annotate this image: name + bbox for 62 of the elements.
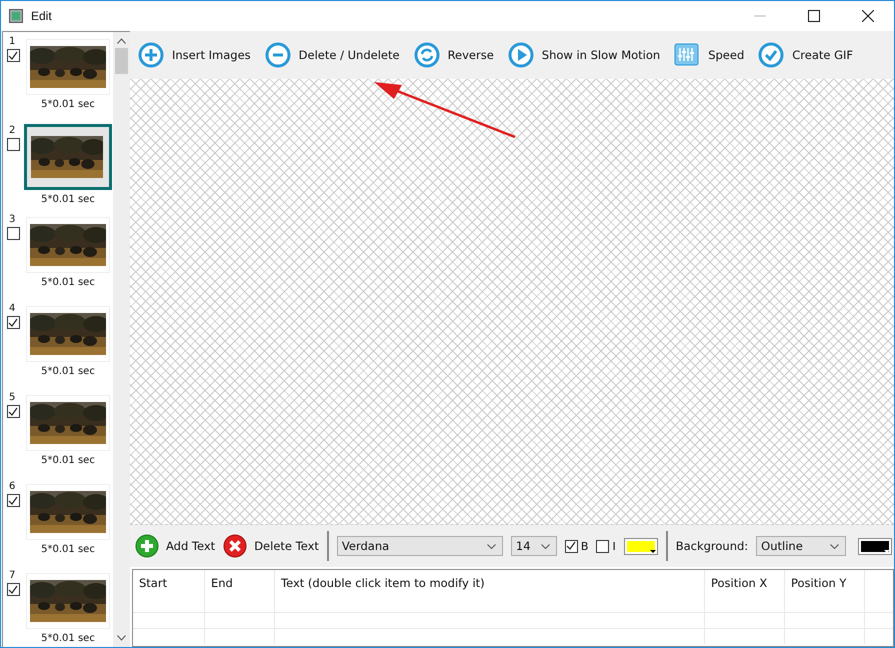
check-icon [566,541,576,551]
size-dropdown[interactable]: 14 [510,536,557,556]
frame-checkbox[interactable] [6,405,20,418]
background-label: Background: [676,539,748,553]
frame-number: 1 [8,36,16,48]
toolbar-button[interactable]: Create GIF [758,42,854,68]
delete-text-button[interactable]: Delete Text [223,534,319,558]
app-icon [9,9,23,23]
frame-number: 4 [8,303,16,315]
plus-icon [135,534,159,558]
toolbar-button[interactable]: Delete / Undelete [264,42,400,68]
frame-duration: 5*0.01 sec [41,455,95,466]
frame-thumbnail[interactable] [24,124,112,190]
frame-duration: 5*0.01 sec [41,277,95,288]
toolbar-button[interactable]: Reverse [414,42,494,68]
frame-number: 6 [8,481,16,493]
close-icon [223,534,248,558]
toolbar-button[interactable]: Speed [674,43,744,67]
check-icon [758,42,784,68]
text-color-picker[interactable] [624,538,658,554]
frame-checkbox[interactable] [6,227,20,240]
chevron-icon [540,544,550,548]
play-icon [508,42,534,68]
minus-icon [264,42,291,68]
add-text-button[interactable]: Add Text [135,534,216,558]
check-icon [8,496,18,506]
frame-checkbox[interactable] [6,49,20,62]
refresh-icon [414,42,440,68]
frame-number: 5 [8,392,16,404]
check-icon [8,318,18,328]
frame-number: 3 [8,214,16,226]
font-dropdown[interactable]: Verdana [336,536,503,556]
frame-duration: 5*0.01 sec [41,99,95,110]
frame-checkbox[interactable] [6,316,20,329]
frame-number: 7 [8,570,16,582]
scroll-up-icon[interactable] [117,38,126,44]
frame-checkbox[interactable] [6,494,20,507]
window-title: Edit [31,9,52,23]
toolbar-button[interactable]: Show in Slow Motion [508,42,660,68]
check-icon [8,50,18,60]
close-icon[interactable] [862,10,874,22]
check-icon [8,406,18,416]
maximize-icon[interactable] [808,10,820,22]
check-icon [8,584,18,594]
background-color-picker[interactable] [858,538,892,554]
frame-number: 2 [8,125,16,137]
background-dropdown[interactable]: Outline [756,536,846,556]
frame-duration: 5*0.01 sec [41,366,95,377]
frame-duration: 5*0.01 sec [41,544,95,555]
frame-checkbox[interactable] [6,138,20,151]
caret-icon [650,550,656,552]
scrollbar-thumb[interactable] [115,48,128,74]
caret-icon [884,550,890,552]
chevron-icon [486,544,496,548]
plus-icon [138,42,164,68]
sliders-icon [674,43,700,67]
frame-checkbox[interactable] [6,583,20,596]
frame-duration: 5*0.01 sec [41,633,95,644]
scroll-down-icon[interactable] [117,635,126,641]
toolbar-button[interactable]: Insert Images [138,42,251,68]
chevron-icon [830,544,840,548]
frame-duration: 5*0.01 sec [41,194,95,205]
